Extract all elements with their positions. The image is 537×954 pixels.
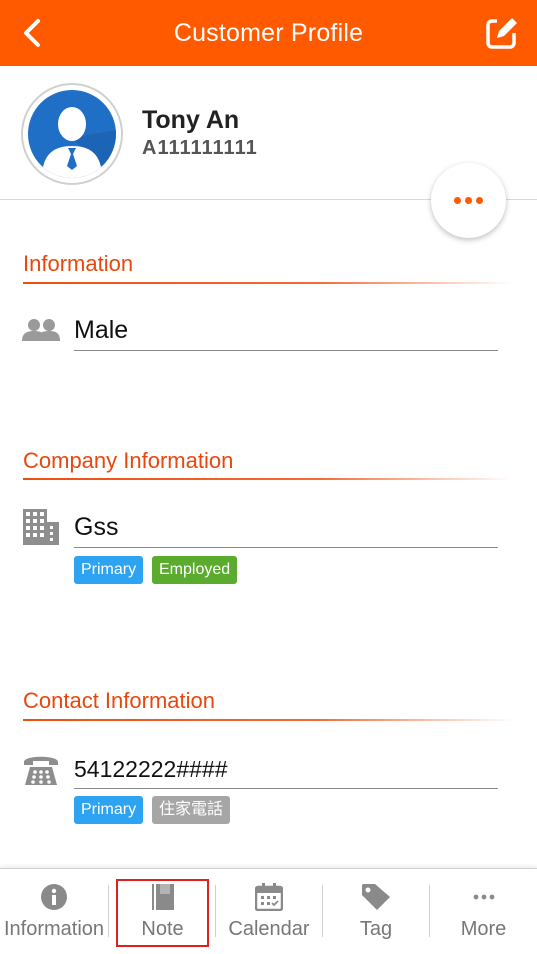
tab-tag[interactable]: Tag — [323, 869, 429, 954]
more-dot — [476, 197, 483, 204]
chevron-left-icon — [24, 19, 40, 47]
tab-label: More — [460, 918, 507, 940]
section-title-company: Company Information — [23, 448, 234, 473]
tab-label: Tag — [359, 918, 393, 940]
more-icon — [473, 894, 494, 900]
page-title: Customer Profile — [173, 18, 364, 47]
customer-name: Tony An — [142, 106, 240, 134]
section-title-contact: Contact Information — [23, 688, 215, 713]
field-underline — [74, 350, 498, 351]
calendar-icon — [255, 883, 283, 911]
more-dots-icon — [454, 197, 461, 204]
section-title-information: Information — [23, 251, 134, 276]
info-icon — [41, 884, 67, 910]
building-icon — [22, 508, 60, 551]
gender-value: Male — [74, 316, 129, 344]
phone-icon — [22, 752, 60, 791]
person-avatar-icon — [28, 90, 116, 178]
company-name-value: Gss — [74, 513, 119, 541]
bottom-tab-bar: Information Note Calendar Tag More — [0, 868, 537, 954]
more-actions-button[interactable] — [431, 163, 506, 238]
edit-icon — [486, 17, 519, 49]
section-divider — [23, 282, 513, 284]
home-phone-badge: 住家電話 — [152, 796, 231, 824]
primary-badge: Primary — [74, 556, 144, 584]
people-icon — [22, 318, 60, 347]
section-divider — [23, 719, 513, 721]
more-dot — [465, 197, 472, 204]
avatar[interactable] — [21, 83, 123, 185]
section-divider — [23, 478, 513, 480]
field-underline — [74, 788, 498, 789]
note-tab-highlight — [116, 879, 209, 947]
edit-button[interactable] — [485, 16, 519, 50]
tag-icon — [362, 884, 390, 910]
phone-number-value[interactable]: 54122222#### — [74, 756, 228, 783]
tab-calendar[interactable]: Calendar — [216, 869, 322, 954]
tab-information[interactable]: Information — [0, 869, 108, 954]
field-underline — [74, 547, 498, 548]
customer-id: A111111111 — [142, 137, 258, 159]
employed-badge: Employed — [152, 556, 238, 584]
back-button[interactable] — [14, 14, 50, 52]
top-app-bar: Customer Profile — [0, 0, 537, 66]
tab-more[interactable]: More — [430, 869, 537, 954]
tab-label: Information — [3, 918, 105, 940]
primary-badge: Primary — [74, 796, 144, 824]
tab-label: Calendar — [228, 918, 310, 940]
